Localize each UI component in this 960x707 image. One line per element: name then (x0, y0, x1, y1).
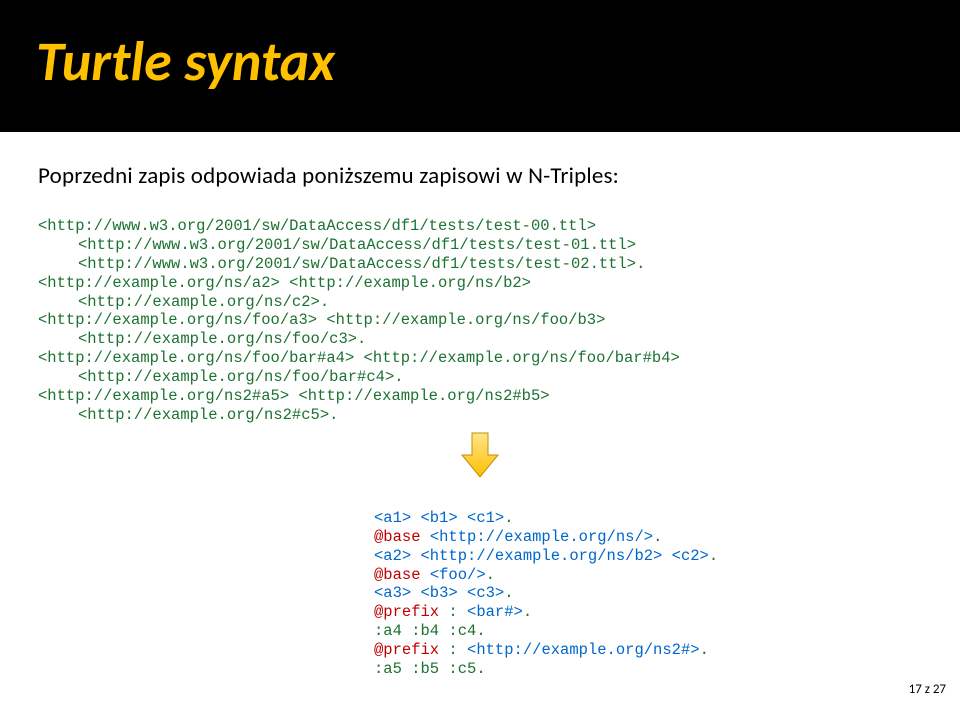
page-number: 17 z 27 (909, 682, 946, 697)
code-token: : (439, 603, 467, 621)
code-token: . (709, 547, 718, 565)
code-line: <http://example.org/ns/foo/bar#c4>. (38, 368, 404, 386)
code-token: :a4 :b4 :c4 (374, 622, 476, 640)
code-token: @prefix (374, 641, 439, 659)
code-token: . (700, 641, 709, 659)
code-token: . (504, 509, 513, 527)
code-token: . (523, 603, 532, 621)
ntriples-code-block: <http://www.w3.org/2001/sw/DataAccess/df… (38, 198, 922, 425)
arrow-down-icon (38, 431, 922, 484)
code-token: <foo/> (421, 566, 486, 584)
code-token: . (653, 528, 662, 546)
code-token: <a3> <b3> <c3> (374, 584, 504, 602)
code-line: <http://example.org/ns/foo/c3>. (38, 330, 366, 348)
code-token: . (504, 584, 513, 602)
code-token: <a1> <b1> <c1> (374, 509, 504, 527)
turtle-code-block: <a1> <b1> <c1>. @base <http://example.or… (374, 490, 922, 679)
slide-content: Poprzedni zapis odpowiada poniższemu zap… (0, 132, 960, 679)
code-line: <http://example.org/ns/a2> <http://examp… (38, 274, 531, 292)
code-token: . (476, 622, 485, 640)
code-line: <http://example.org/ns2#c5>. (38, 406, 338, 424)
code-token: @base (374, 528, 421, 546)
code-token: . (486, 566, 495, 584)
code-token: : (439, 641, 467, 659)
code-line: <http://www.w3.org/2001/sw/DataAccess/df… (38, 217, 596, 235)
code-token: <http://example.org/ns2#> (467, 641, 700, 659)
code-token: <bar#> (467, 603, 523, 621)
slide-title: Turtle syntax (36, 28, 924, 96)
code-token: @prefix (374, 603, 439, 621)
code-line: <http://example.org/ns/c2>. (38, 293, 329, 311)
slide-header: Turtle syntax (0, 0, 960, 132)
code-token: . (476, 660, 485, 678)
code-token: <a2> <http://example.org/ns/b2> <c2> (374, 547, 709, 565)
intro-text: Poprzedni zapis odpowiada poniższemu zap… (38, 162, 922, 190)
code-token: <http://example.org/ns/> (421, 528, 654, 546)
code-line: <http://www.w3.org/2001/sw/DataAccess/df… (38, 236, 636, 254)
code-line: <http://www.w3.org/2001/sw/DataAccess/df… (38, 255, 645, 273)
code-token: @base (374, 566, 421, 584)
code-line: <http://example.org/ns/foo/bar#a4> <http… (38, 349, 680, 367)
code-line: <http://example.org/ns/foo/a3> <http://e… (38, 311, 605, 329)
code-line: <http://example.org/ns2#a5> <http://exam… (38, 387, 550, 405)
code-token: :a5 :b5 :c5 (374, 660, 476, 678)
